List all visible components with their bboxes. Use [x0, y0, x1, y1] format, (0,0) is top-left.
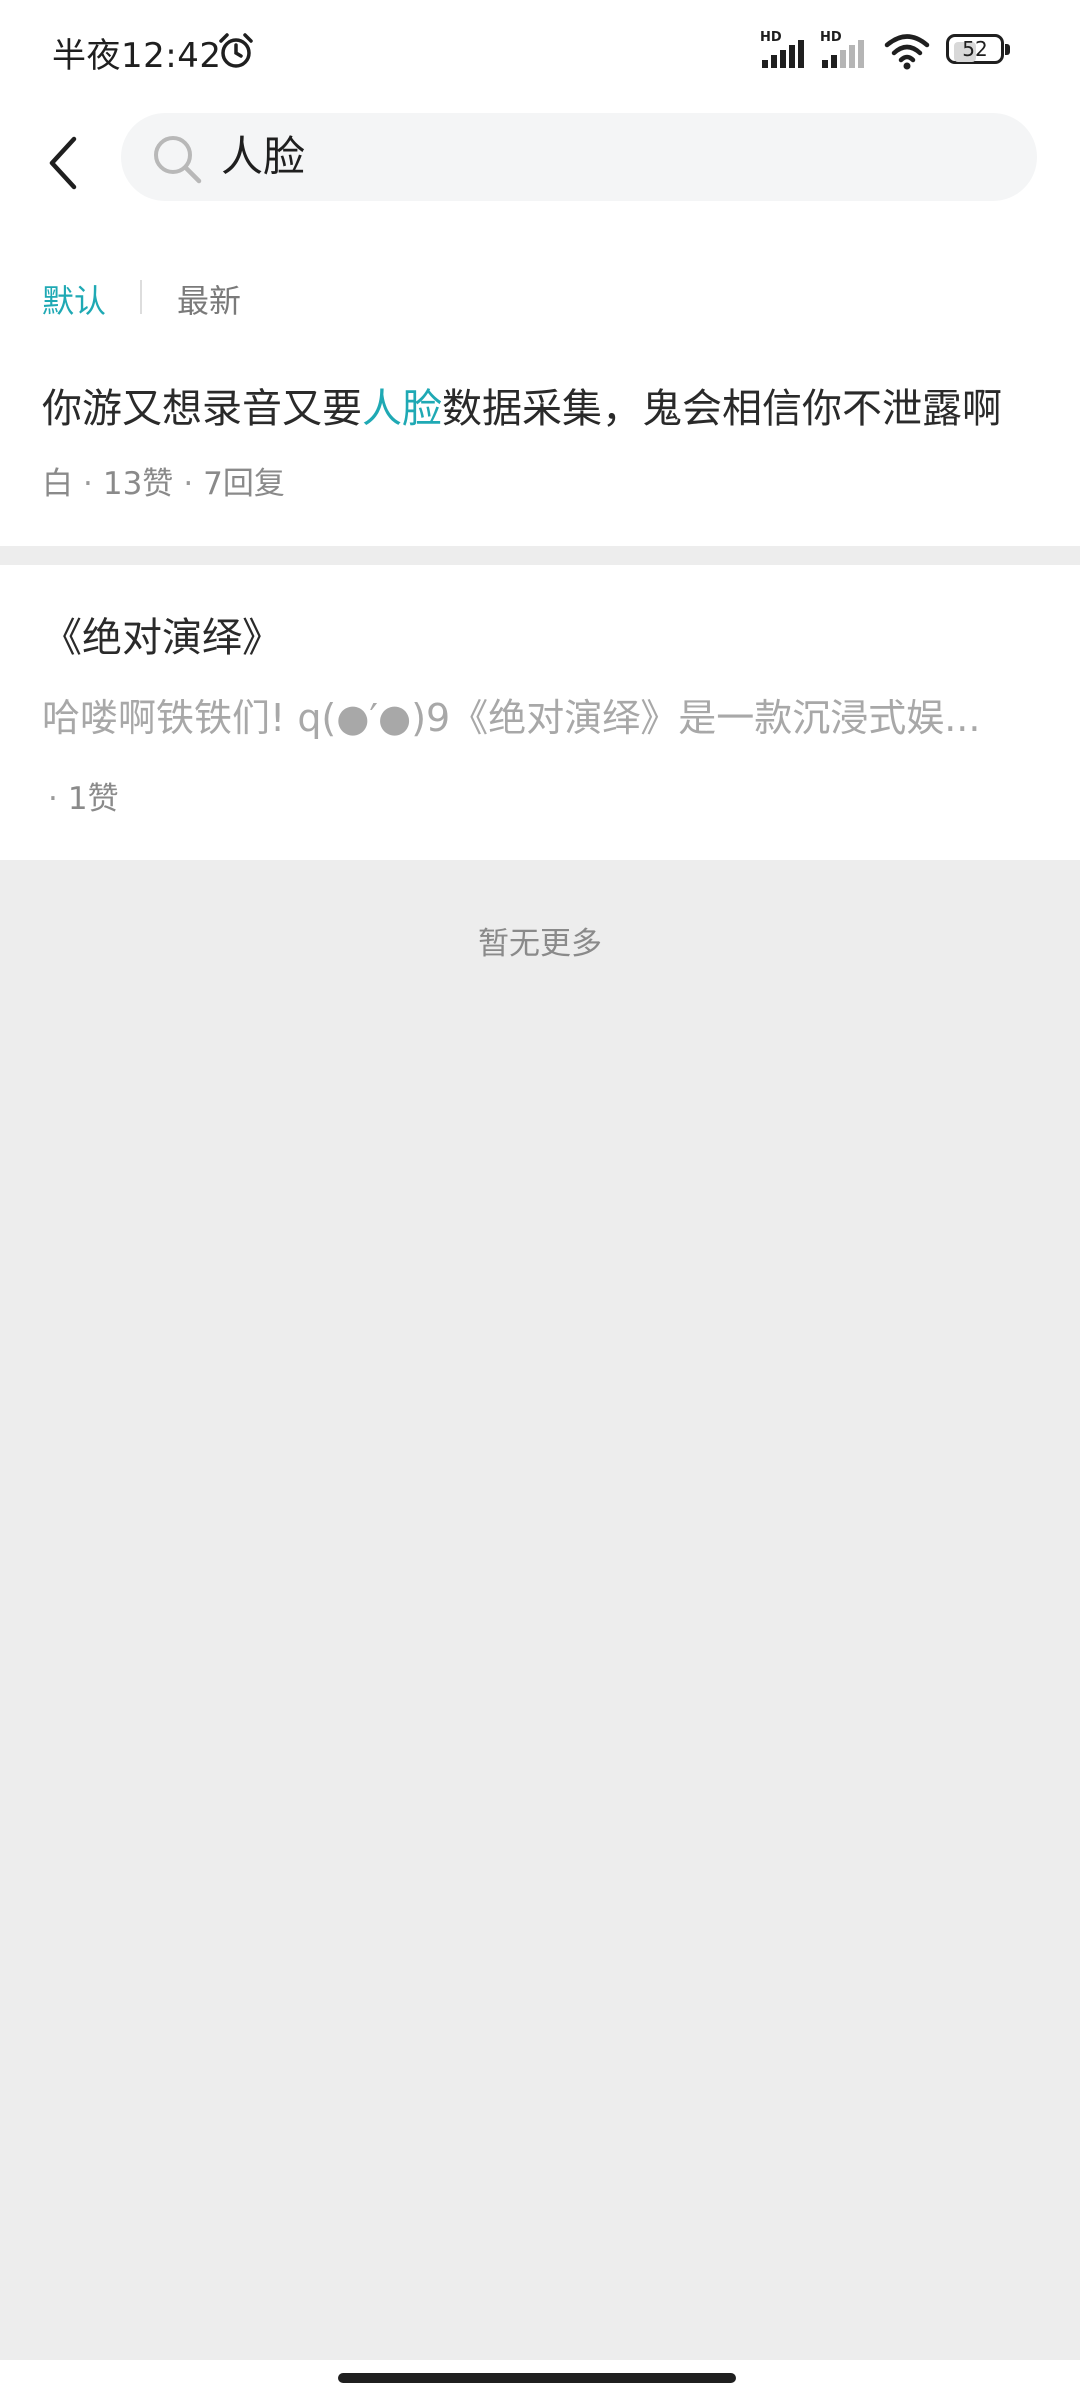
- sort-tabs: 默认 最新: [0, 230, 1080, 360]
- battery-icon: 52: [946, 34, 1010, 66]
- battery-level: 52: [962, 37, 988, 61]
- search-box[interactable]: [121, 113, 1037, 201]
- result-title: 你游又想录音又要人脸数据采集，鬼会相信你不泄露啊: [42, 376, 1042, 434]
- result-likes: 1赞: [67, 781, 119, 817]
- cellular-signal-2-icon: HD: [820, 30, 876, 70]
- result-summary: 哈喽啊铁铁们! q(●′●)9《绝对演绎》是一款沉浸式娱...: [42, 696, 981, 740]
- back-button[interactable]: [38, 125, 88, 201]
- result-item[interactable]: 《绝对演绎》 哈喽啊铁铁们! q(●′●)9《绝对演绎》是一款沉浸式娱... ·…: [0, 565, 1080, 860]
- sort-divider: [140, 280, 142, 314]
- result-meta: · 1赞: [48, 781, 119, 817]
- tab-default[interactable]: 默认: [42, 276, 106, 322]
- result-item[interactable]: 你游又想录音又要人脸数据采集，鬼会相信你不泄露啊 白 · 13赞 · 7回复: [0, 360, 1080, 546]
- no-more-text: 暂无更多: [478, 926, 602, 962]
- search-header: [0, 105, 1080, 230]
- result-meta: 白 · 13赞 · 7回复: [42, 466, 285, 502]
- wifi-icon: [884, 34, 930, 70]
- status-bar: 半夜12:42 HD HD 52: [0, 0, 1080, 105]
- home-indicator[interactable]: [338, 2373, 736, 2383]
- result-author: 白: [42, 466, 73, 502]
- alarm-clock-icon: [219, 33, 253, 68]
- title-highlight: 人脸: [362, 386, 442, 432]
- tab-latest[interactable]: 最新: [177, 276, 241, 322]
- result-title: 《绝对演绎》: [42, 615, 282, 661]
- chevron-left-icon: [49, 136, 77, 190]
- cellular-signal-1-icon: HD: [760, 30, 816, 70]
- search-results-page: 半夜12:42 HD HD 52 人脸 默认 最新 你游又想录音又要人脸数据采集…: [0, 0, 1080, 2400]
- title-prefix: 你游又想录音又要: [42, 386, 362, 432]
- search-icon: [154, 136, 202, 184]
- status-time: 半夜12:42: [52, 36, 222, 76]
- title-suffix: 数据采集，鬼会相信你不泄露啊: [442, 386, 1002, 432]
- result-replies: 7回复: [203, 466, 285, 502]
- result-likes: 13赞: [102, 466, 174, 502]
- search-input[interactable]: [221, 113, 1001, 201]
